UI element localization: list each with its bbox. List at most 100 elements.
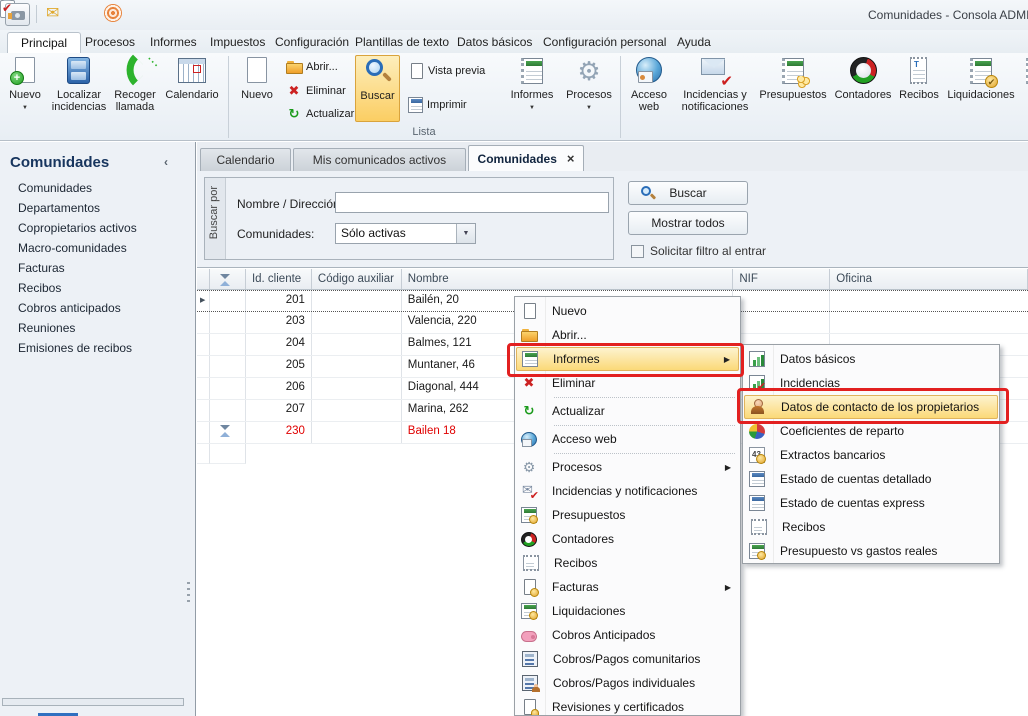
- submenu-item-estado-de-cuentas-express[interactable]: Estado de cuentas express: [744, 491, 998, 515]
- sidebar-item-emisiones-de-recibos[interactable]: Emisiones de recibos: [18, 341, 132, 359]
- acceso-web-button[interactable]: Acceso web: [624, 55, 674, 123]
- imprimir-button[interactable]: Imprimir: [408, 96, 494, 116]
- menu-item-presupuestos[interactable]: Presupuestos: [516, 503, 739, 527]
- submenu-item-incidencias[interactable]: ✔ Incidencias: [744, 371, 998, 395]
- search-panel: Buscar por Nombre / Dirección: Comunidad…: [197, 171, 1028, 268]
- sidebar-collapse-icon[interactable]: ‹: [164, 155, 168, 169]
- hourglass-icon: [220, 424, 231, 437]
- person-icon: [750, 399, 766, 415]
- name-direction-input[interactable]: [335, 192, 609, 213]
- row-marker-header[interactable]: [197, 269, 210, 289]
- menu-item-incidencias-y-notificaciones[interactable]: ✔ Incidencias y notificaciones: [516, 479, 739, 503]
- menu-item-nuevo[interactable]: Nuevo: [516, 299, 739, 323]
- vista-previa-button[interactable]: Vista previa: [408, 62, 494, 82]
- submenu-item-presupuesto-vs-gastos-reales[interactable]: Presupuesto vs gastos reales: [744, 539, 998, 563]
- col-header-oficina[interactable]: Oficina: [830, 269, 1028, 289]
- menu-item-facturas[interactable]: Facturas ▶: [516, 575, 739, 599]
- buscar-ribbon-button[interactable]: Buscar: [355, 55, 400, 122]
- clipped-ribbon-button[interactable]: F: [1021, 55, 1028, 123]
- nuevo-button[interactable]: Nuevo: [234, 55, 280, 123]
- menu-item-procesos[interactable]: ⚙ Procesos ▶: [516, 455, 739, 479]
- menu-item-cobros-pagos-individuales[interactable]: Cobros/Pagos individuales: [516, 671, 739, 695]
- menu-item-actualizar[interactable]: ↻ Actualizar: [516, 399, 739, 423]
- actualizar-button[interactable]: ↻Actualizar: [286, 105, 354, 125]
- sidebar-item-copropietarios-activos[interactable]: Copropietarios activos: [18, 221, 137, 239]
- menu-item-revisiones-y-certificados[interactable]: Revisiones y certificados: [516, 695, 739, 716]
- nuevo-dropdown-button[interactable]: + Nuevo ▼: [2, 55, 48, 123]
- budget-table-icon: [749, 543, 765, 559]
- delete-icon: ✖: [286, 83, 302, 99]
- sidebar-item-reuniones[interactable]: Reuniones: [18, 321, 75, 339]
- sidebar-item-recibos[interactable]: Recibos: [18, 281, 61, 299]
- mail-icon[interactable]: ✉: [46, 3, 59, 25]
- gear-icon: ⚙: [521, 459, 537, 475]
- settlement-icon: [521, 603, 537, 619]
- abrir-button[interactable]: Abrir...: [286, 58, 354, 78]
- recibos-button[interactable]: Recibos: [896, 55, 942, 123]
- menu-item-contadores[interactable]: Contadores: [516, 527, 739, 551]
- mostrar-todos-button[interactable]: Mostrar todos: [628, 211, 748, 235]
- close-icon[interactable]: ×: [567, 151, 575, 166]
- doc-tab-mis-comunicados-activos[interactable]: Mis comunicados activos: [293, 148, 466, 171]
- doc-tab-comunidades[interactable]: Comunidades×: [468, 145, 584, 171]
- submenu-item-datos-de-contacto-de-los-propietarios[interactable]: Datos de contacto de los propietarios: [744, 395, 998, 419]
- contadores-button[interactable]: Contadores: [832, 55, 894, 123]
- splitter-grip[interactable]: [187, 582, 190, 602]
- tab-configuracion-personal[interactable]: Configuración personal: [530, 32, 679, 53]
- sidebar-item-comunidades[interactable]: Comunidades: [18, 181, 92, 199]
- incidencias-notificaciones-button[interactable]: ✔ Incidencias y notificaciones: [678, 55, 752, 123]
- presupuestos-button[interactable]: Presupuestos: [756, 55, 830, 123]
- sidebar-item-facturas[interactable]: Facturas: [18, 261, 65, 279]
- col-header-nif[interactable]: NIF: [733, 269, 830, 289]
- communities-select[interactable]: Sólo activas ▼: [335, 223, 476, 244]
- menu-item-acceso-web[interactable]: Acceso web: [516, 427, 739, 451]
- receipt-icon: [751, 519, 767, 535]
- calculator-person-icon: [522, 675, 538, 691]
- informes-dropdown-button[interactable]: Informes ▼: [506, 55, 558, 123]
- procesos-dropdown-button[interactable]: ⚙ Procesos ▼: [562, 55, 616, 123]
- globe-icon: [633, 56, 665, 86]
- preview-page-icon: [408, 63, 424, 79]
- menu-item-informes[interactable]: Informes ▶: [516, 347, 739, 371]
- menu-item-abrir[interactable]: Abrir...: [516, 323, 739, 347]
- broadcast-icon[interactable]: [104, 4, 122, 22]
- delete-icon: ✖: [521, 375, 537, 391]
- informes-submenu: Datos básicos ✔ Incidencias Datos de con…: [742, 344, 1000, 564]
- localizar-incidencias-button[interactable]: Localizar incidencias: [50, 55, 108, 123]
- submenu-item-estado-de-cuentas-detallado[interactable]: Estado de cuentas detallado: [744, 467, 998, 491]
- submenu-item-coeficientes-de-reparto[interactable]: Coeficientes de reparto: [744, 419, 998, 443]
- liquidaciones-button[interactable]: ✔ Liquidaciones: [942, 55, 1020, 123]
- search-icon: [641, 186, 651, 196]
- sidebar-item-macro-comunidades[interactable]: Macro-comunidades: [18, 241, 127, 259]
- menu-item-cobros-pagos-comunitarios[interactable]: Cobros/Pagos comunitarios: [516, 647, 739, 671]
- buscar-button[interactable]: Buscar: [628, 181, 748, 205]
- tab-ayuda[interactable]: Ayuda: [664, 32, 724, 53]
- calendar-icon: [176, 56, 208, 86]
- tab-principal[interactable]: Principal: [7, 32, 81, 53]
- sidebar-item-cobros-anticipados[interactable]: Cobros anticipados: [18, 301, 121, 319]
- col-header-codigo-auxiliar[interactable]: Código auxiliar: [312, 269, 402, 289]
- col-header-nombre[interactable]: Nombre: [402, 269, 734, 289]
- table-header-row: Id. cliente Código auxiliar Nombre NIF O…: [197, 269, 1028, 290]
- doc-tab-calendario[interactable]: Calendario: [200, 148, 291, 171]
- recoger-llamada-button[interactable]: Recoger llamada: [110, 55, 160, 123]
- status-column-header[interactable]: [210, 269, 246, 289]
- collapsed-panel-bar[interactable]: [2, 698, 184, 706]
- menu-item-eliminar[interactable]: ✖ Eliminar: [516, 371, 739, 395]
- submenu-item-datos-basicos[interactable]: Datos básicos: [744, 347, 998, 371]
- communities-selected-value: Sólo activas: [341, 226, 406, 240]
- combo-dropdown-icon[interactable]: ▼: [456, 224, 475, 243]
- sidebar-item-departamentos[interactable]: Departamentos: [18, 201, 100, 219]
- row-marker: ▶: [197, 291, 210, 311]
- col-header-id-cliente[interactable]: Id. cliente: [246, 269, 312, 289]
- menu-item-recibos[interactable]: Recibos: [516, 551, 739, 575]
- submenu-item-recibos[interactable]: Recibos: [744, 515, 998, 539]
- open-folder-icon: [521, 327, 537, 343]
- settlement-icon: ✔: [965, 56, 997, 86]
- menu-item-cobros-anticipados[interactable]: Cobros Anticipados: [516, 623, 739, 647]
- submenu-item-extractos-bancarios[interactable]: Extractos bancarios: [744, 443, 998, 467]
- eliminar-button[interactable]: ✖Eliminar: [286, 82, 354, 102]
- menu-item-liquidaciones[interactable]: Liquidaciones: [516, 599, 739, 623]
- calendario-button[interactable]: Calendario: [158, 55, 226, 123]
- solicitar-filtro-checkbox[interactable]: [631, 245, 644, 258]
